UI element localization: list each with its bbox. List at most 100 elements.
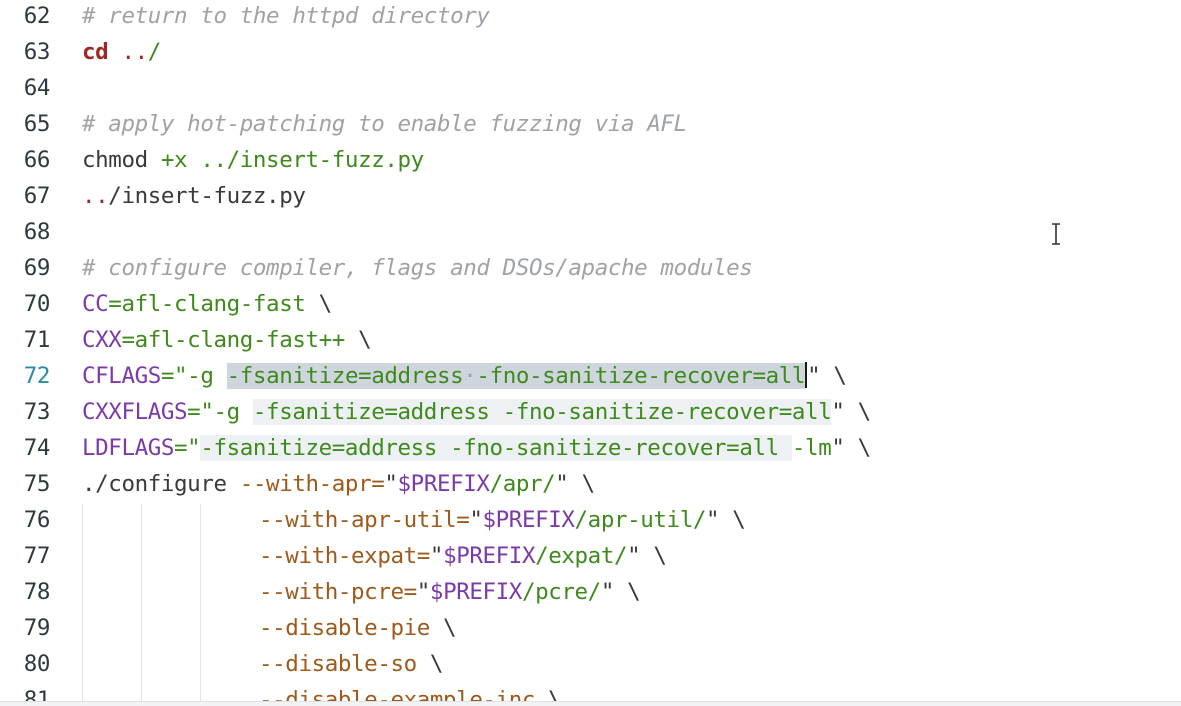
code-token: =afl-clang-fast++ — [121, 327, 345, 353]
code-token: chmod — [82, 147, 161, 173]
code-text[interactable]: ../insert-fuzz.py — [82, 178, 306, 214]
code-token: CFLAGS — [82, 363, 161, 389]
code-line[interactable]: 75 ./configure --with-apr="$PREFIX/apr/" … — [0, 466, 1181, 502]
code-token: /apr/ — [489, 471, 556, 497]
code-line[interactable]: 79 --disable-pie \ — [0, 610, 1181, 646]
line-number: 80 — [23, 651, 51, 677]
code-text[interactable]: --disable-pie \ — [259, 610, 457, 646]
code-token: -fno-sanitize-recover=all — [476, 363, 806, 389]
code-line[interactable]: 65 # apply hot-patching to enable fuzzing… — [0, 106, 1181, 142]
code-line[interactable]: 74 LDFLAGS="-fsanitize=address -fno-sanit… — [0, 430, 1181, 466]
line-number: 71 — [23, 327, 51, 353]
code-token: " — [469, 507, 483, 533]
code-text[interactable]: CC=afl-clang-fast \ — [82, 286, 332, 322]
line-number: 65 — [23, 111, 51, 137]
code-line[interactable]: 78 --with-pcre="$PREFIX/pcre/" \ — [0, 574, 1181, 610]
code-token: +x ../insert-fuzz.py — [160, 147, 424, 173]
code-token: " \ — [831, 435, 871, 461]
line-number: 69 — [23, 255, 51, 281]
code-text[interactable]: chmod +x ../insert-fuzz.py — [82, 142, 424, 178]
code-line[interactable]: 64 — [0, 70, 1181, 106]
code-line[interactable]: 67 ../insert-fuzz.py — [0, 178, 1181, 214]
code-token: /apr-util/ — [574, 507, 707, 533]
text-cursor-icon — [1052, 223, 1060, 245]
code-token: / — [147, 39, 162, 65]
code-token: # configure compiler, flags and DSOs/apa… — [82, 255, 753, 281]
line-number: 77 — [23, 543, 51, 569]
line-number: 63 — [23, 39, 51, 65]
code-token: -fsanitize=address — [226, 363, 464, 389]
code-token: " \ — [706, 507, 746, 533]
code-token: -fsanitize=address -fno-sanitize-recover… — [200, 435, 792, 461]
code-token: /insert-fuzz.py — [108, 183, 306, 209]
code-line[interactable]: 66 chmod +x ../insert-fuzz.py — [0, 142, 1181, 178]
code-token: --disable-pie — [259, 615, 430, 641]
code-text[interactable]: LDFLAGS="-fsanitize=address -fno-sanitiz… — [82, 430, 871, 466]
line-number: 74 — [23, 435, 51, 461]
editor-bottom-edge — [0, 701, 1181, 706]
line-number: 72 — [23, 363, 51, 389]
indent-guide — [82, 504, 83, 706]
code-line[interactable]: 70 CC=afl-clang-fast \ — [0, 286, 1181, 322]
code-text[interactable]: # configure compiler, flags and DSOs/apa… — [82, 250, 753, 286]
code-token: $PREFIX — [443, 543, 536, 569]
code-line[interactable]: 76 --with-apr-util="$PREFIX/apr-util/" \ — [0, 502, 1181, 538]
code-line[interactable]: 77 --with-expat="$PREFIX/expat/" \ — [0, 538, 1181, 574]
line-number: 64 — [23, 75, 51, 101]
code-token: ./configure — [82, 471, 240, 497]
code-token: " — [416, 579, 431, 605]
code-line[interactable]: 72 CFLAGS="-g -fsanitize=address·-fno-san… — [0, 358, 1181, 394]
code-line[interactable]: 71 CXX=afl-clang-fast++ \ — [0, 322, 1181, 358]
code-text[interactable]: CXXFLAGS="-g -fsanitize=address -fno-san… — [82, 394, 871, 430]
code-token: CC — [82, 291, 109, 317]
line-number: 76 — [23, 507, 51, 533]
code-token: $PREFIX — [397, 471, 490, 497]
code-text[interactable]: CFLAGS="-g -fsanitize=address·-fno-sanit… — [82, 358, 847, 394]
line-number: 78 — [23, 579, 51, 605]
code-text[interactable]: --disable-so \ — [259, 646, 443, 682]
code-line[interactable]: 80 --disable-so \ — [0, 646, 1181, 682]
code-text[interactable]: --with-apr-util="$PREFIX/apr-util/" \ — [259, 502, 746, 538]
code-token: \ — [344, 327, 372, 353]
code-token: cd — [82, 39, 109, 65]
indent-guide — [141, 504, 142, 706]
code-text[interactable]: cd ../ — [82, 34, 161, 70]
code-line[interactable]: 62 # return to the httpd directory — [0, 0, 1181, 34]
code-token: CXXFLAGS — [82, 399, 188, 425]
code-token: # apply hot-patching to enable fuzzing v… — [82, 111, 687, 137]
code-line[interactable]: 69 # configure compiler, flags and DSOs/a… — [0, 250, 1181, 286]
code-token: " \ — [831, 399, 871, 425]
code-editor[interactable]: 62 # return to the httpd directory 63 cd ..… — [0, 0, 1181, 706]
code-text[interactable]: --with-pcre="$PREFIX/pcre/" \ — [259, 574, 641, 610]
code-token: -fsanitize=address -fno-sanitize-recover… — [252, 399, 832, 425]
code-token: " \ — [807, 363, 847, 389]
code-text[interactable]: CXX=afl-clang-fast++ \ — [82, 322, 372, 358]
code-token: # return to the httpd directory — [82, 3, 490, 29]
code-token: " \ — [555, 471, 595, 497]
code-token: " — [429, 543, 444, 569]
code-token: --with-apr-util= — [259, 507, 470, 533]
code-lines[interactable]: 62 # return to the httpd directory 63 cd ..… — [0, 0, 1181, 706]
line-number: 79 — [23, 615, 51, 641]
indent-guide — [200, 504, 201, 706]
code-token: --disable-so — [259, 651, 417, 677]
code-token: · — [463, 363, 477, 389]
code-token: \ — [305, 291, 333, 317]
code-text[interactable]: ./configure --with-apr="$PREFIX/apr/" \ — [82, 466, 595, 502]
code-text[interactable]: --with-expat="$PREFIX/expat/" \ — [259, 538, 667, 574]
code-token: =" — [174, 435, 201, 461]
code-token: .. — [121, 39, 148, 65]
code-text[interactable]: # apply hot-patching to enable fuzzing v… — [82, 106, 687, 142]
code-token: --with-pcre= — [259, 579, 417, 605]
code-line[interactable]: 73 CXXFLAGS="-g -fsanitize=address -fno-s… — [0, 394, 1181, 430]
line-number: 66 — [23, 147, 51, 173]
code-token: \ — [429, 615, 457, 641]
code-token: " \ — [600, 579, 641, 605]
code-line[interactable]: 63 cd ../ — [0, 34, 1181, 70]
code-line[interactable]: 68 — [0, 214, 1181, 250]
code-token: /pcre/ — [521, 579, 601, 605]
line-number: 62 — [23, 3, 51, 29]
code-token: " \ — [627, 543, 667, 569]
code-text[interactable]: # return to the httpd directory — [82, 0, 490, 34]
